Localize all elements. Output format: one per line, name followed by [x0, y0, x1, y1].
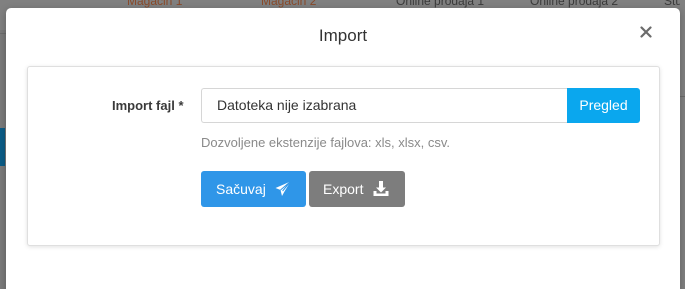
modal-title: Import — [318, 26, 368, 45]
background-right-divider — [680, 96, 685, 97]
export-button-label: Export — [323, 181, 364, 197]
import-form-card: Import fajl * Datoteka nije izabrana Pre… — [27, 66, 660, 246]
export-button[interactable]: Export — [309, 171, 405, 207]
background-left-accent — [0, 128, 5, 166]
close-icon — [640, 26, 652, 38]
background-tab-online-prodaja-1: Online prodaja 1 — [396, 0, 485, 8]
paper-plane-icon — [275, 181, 291, 196]
background-tab-magacin-2: Magacin 2 — [261, 0, 317, 8]
download-icon — [373, 181, 389, 196]
allowed-extensions-help: Dozvoljene ekstenzije fajlova: xls, xlsx… — [201, 135, 451, 150]
background-tab-online-prodaja-2: Online prodaja 2 — [530, 0, 619, 8]
file-input[interactable]: Datoteka nije izabrana — [201, 88, 567, 123]
background-right-column — [680, 0, 685, 289]
browse-button[interactable]: Pregled — [567, 88, 640, 123]
import-modal: Import Import fajl * Datoteka nije izabr… — [6, 8, 680, 289]
save-button-label: Sačuvaj — [216, 181, 266, 197]
background-tab-magacin-1: Magacin 1 — [127, 0, 183, 8]
close-button[interactable] — [634, 20, 658, 44]
save-button[interactable]: Sačuvaj — [201, 171, 306, 207]
import-file-label: Import fajl * — [112, 98, 184, 113]
